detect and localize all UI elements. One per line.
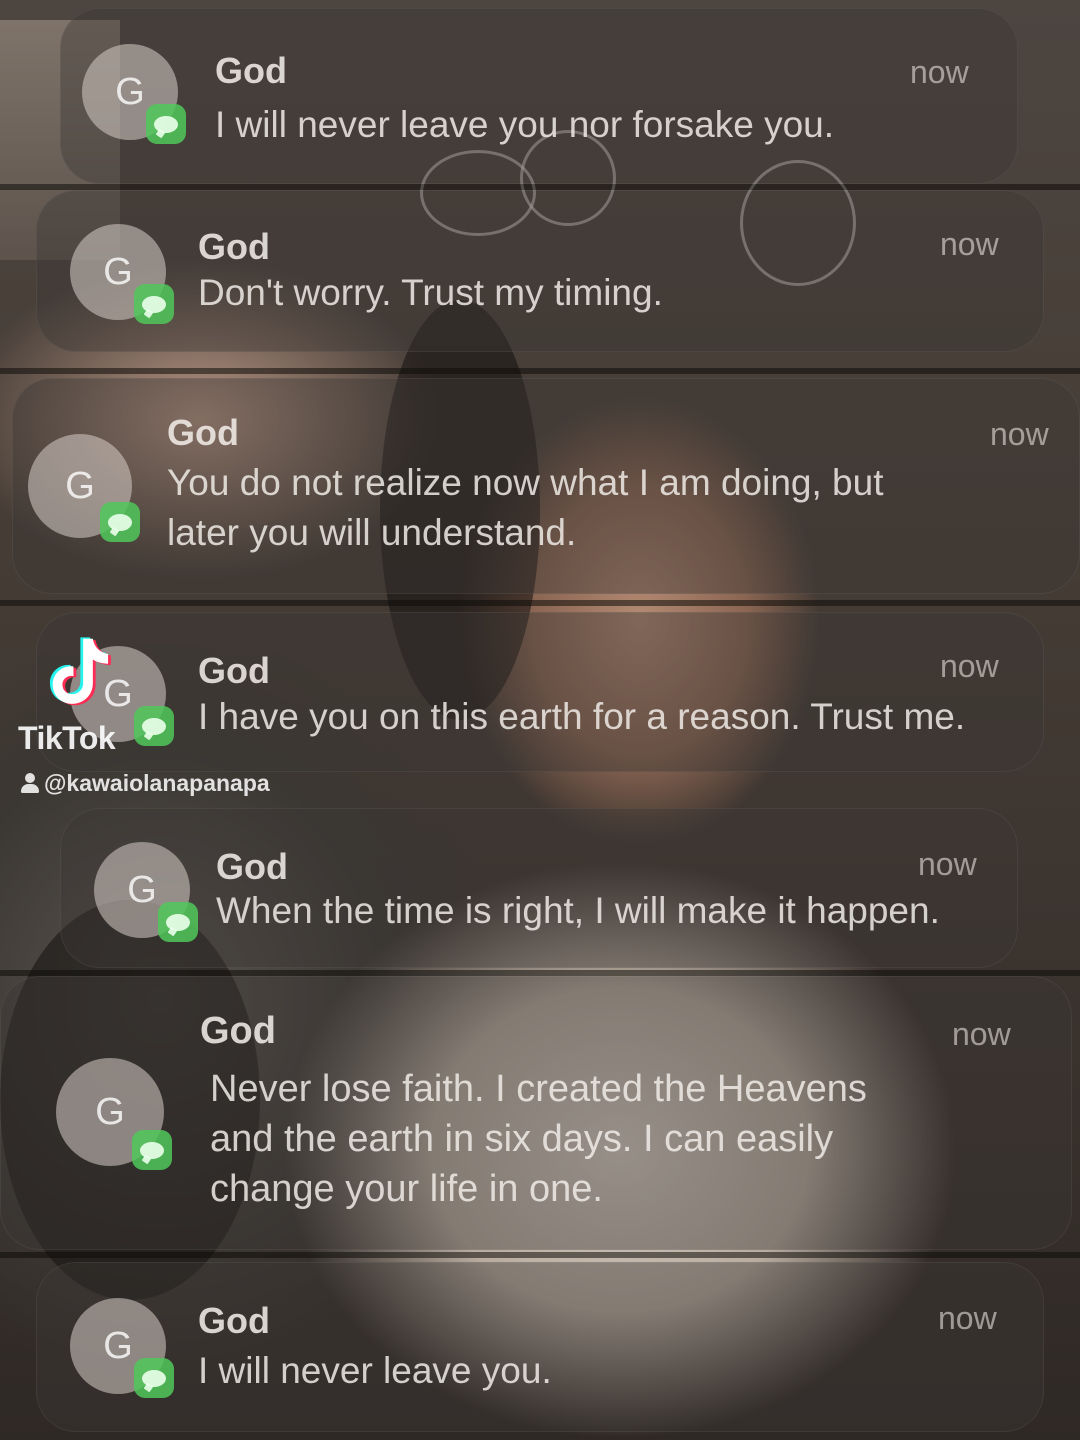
notification-card[interactable]: G God now When the time is right, I will… [60, 808, 1018, 968]
notification-message: You do not realize now what I am doing, … [167, 462, 884, 553]
notification-time: now [952, 1016, 1011, 1052]
contact-avatar: G [70, 224, 174, 324]
notification-time: now [938, 1300, 997, 1336]
notification-message: I will never leave you. [198, 1350, 552, 1391]
notification-time: now [940, 226, 999, 262]
messages-icon [134, 1358, 174, 1398]
notification-card[interactable]: G God now Don't worry. Trust my timing. [36, 190, 1044, 352]
notification-time: now [910, 54, 969, 90]
notification-time: now [918, 846, 977, 882]
contact-avatar: G [82, 44, 186, 144]
messages-icon [146, 104, 186, 144]
messages-icon [134, 706, 174, 746]
notification-time: now [940, 648, 999, 684]
contact-avatar: G [28, 434, 140, 542]
messages-icon [158, 902, 198, 942]
messages-icon [100, 502, 140, 542]
notification-card[interactable]: G God now I will never leave you nor for… [60, 8, 1018, 184]
notification-sender: God [200, 1010, 276, 1052]
notification-card[interactable]: G God now Never lose faith. I created th… [0, 976, 1072, 1250]
notification-message: Never lose faith. I created the Heavens … [210, 1068, 867, 1210]
tiktok-handle: @kawaiolanapanapa [20, 770, 270, 797]
notification-message: I have you on this earth for a reason. T… [198, 696, 966, 737]
notification-message: When the time is right, I will make it h… [216, 890, 940, 931]
messages-icon [132, 1130, 172, 1170]
contact-avatar: G [70, 1298, 174, 1398]
contact-avatar: G [94, 842, 198, 942]
tiktok-logo-icon [49, 637, 111, 706]
user-icon [20, 772, 40, 795]
notification-sender: God [167, 412, 239, 453]
notification-card[interactable]: G God now I have you on this earth for a… [36, 612, 1044, 772]
notification-message: Don't worry. Trust my timing. [198, 272, 663, 313]
notification-sender: God [216, 846, 288, 887]
messages-icon [134, 284, 174, 324]
notification-card[interactable]: G God now I will never leave you. [36, 1262, 1044, 1432]
notification-sender: God [215, 50, 287, 91]
contact-avatar: G [56, 1058, 172, 1170]
notification-time: now [990, 416, 1049, 452]
tiktok-wordmark: TikTok [18, 720, 116, 756]
notification-sender: God [198, 650, 270, 691]
notification-card[interactable]: G God now You do not realize now what I … [12, 378, 1080, 594]
notification-sender: God [198, 226, 270, 267]
notification-message: I will never leave you nor forsake you. [215, 104, 835, 145]
notification-sender: God [198, 1300, 270, 1341]
tiktok-handle-text: @kawaiolanapanapa [44, 770, 270, 796]
